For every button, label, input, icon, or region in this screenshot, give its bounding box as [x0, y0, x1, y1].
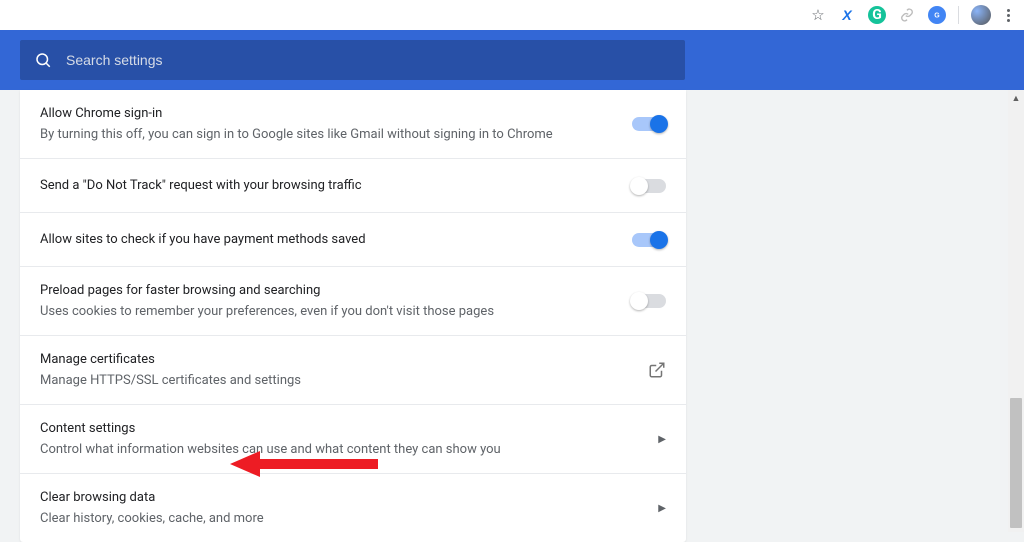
toggle-do-not-track[interactable]: [632, 179, 666, 193]
setting-payment-methods[interactable]: Allow sites to check if you have payment…: [20, 213, 686, 267]
toggle-payment-methods[interactable]: [632, 233, 666, 247]
search-icon: [34, 51, 52, 69]
setting-title: Preload pages for faster browsing and se…: [40, 281, 632, 301]
search-container[interactable]: [20, 40, 685, 80]
extension-x-icon[interactable]: X: [838, 6, 856, 24]
bookmark-star-icon[interactable]: ☆: [810, 7, 826, 23]
settings-header-bar: [0, 30, 1024, 90]
setting-allow-chrome-signin[interactable]: Allow Chrome sign-in By turning this off…: [20, 90, 686, 159]
setting-manage-certificates[interactable]: Manage certificates Manage HTTPS/SSL cer…: [20, 336, 686, 405]
setting-subtitle: Clear history, cookies, cache, and more: [40, 509, 658, 529]
open-external-icon: [648, 361, 666, 379]
setting-subtitle: By turning this off, you can sign in to …: [40, 125, 632, 145]
settings-list: Allow Chrome sign-in By turning this off…: [20, 90, 686, 542]
setting-subtitle: Control what information websites can us…: [40, 440, 658, 460]
toggle-preload-pages[interactable]: [632, 294, 666, 308]
setting-subtitle: Manage HTTPS/SSL certificates and settin…: [40, 371, 648, 391]
setting-title: Send a "Do Not Track" request with your …: [40, 176, 632, 196]
setting-title: Content settings: [40, 419, 658, 439]
browser-toolbar: ☆ X G G: [0, 0, 1024, 30]
kebab-menu-icon[interactable]: [1003, 9, 1014, 22]
extension-translate-icon[interactable]: G: [928, 6, 946, 24]
profile-avatar[interactable]: [971, 5, 991, 25]
svg-text:G: G: [934, 13, 940, 20]
vertical-scrollbar[interactable]: ▲: [1008, 90, 1024, 532]
extension-link-icon[interactable]: [898, 6, 916, 24]
toolbar-divider: [958, 6, 959, 24]
chevron-right-icon: ▶: [658, 434, 666, 445]
scrollbar-thumb[interactable]: [1010, 398, 1022, 528]
toggle-allow-chrome-signin[interactable]: [632, 117, 666, 131]
extension-grammarly-icon[interactable]: G: [868, 6, 886, 24]
setting-title: Allow Chrome sign-in: [40, 104, 632, 124]
scrollbar-up-arrow[interactable]: ▲: [1008, 90, 1024, 106]
search-input[interactable]: [66, 52, 671, 68]
setting-content-settings[interactable]: Content settings Control what informatio…: [20, 405, 686, 474]
setting-preload-pages[interactable]: Preload pages for faster browsing and se…: [20, 267, 686, 336]
setting-do-not-track[interactable]: Send a "Do Not Track" request with your …: [20, 159, 686, 213]
setting-title: Allow sites to check if you have payment…: [40, 230, 632, 250]
setting-title: Clear browsing data: [40, 488, 658, 508]
setting-title: Manage certificates: [40, 350, 648, 370]
setting-subtitle: Uses cookies to remember your preference…: [40, 302, 632, 322]
chevron-right-icon: ▶: [658, 503, 666, 514]
